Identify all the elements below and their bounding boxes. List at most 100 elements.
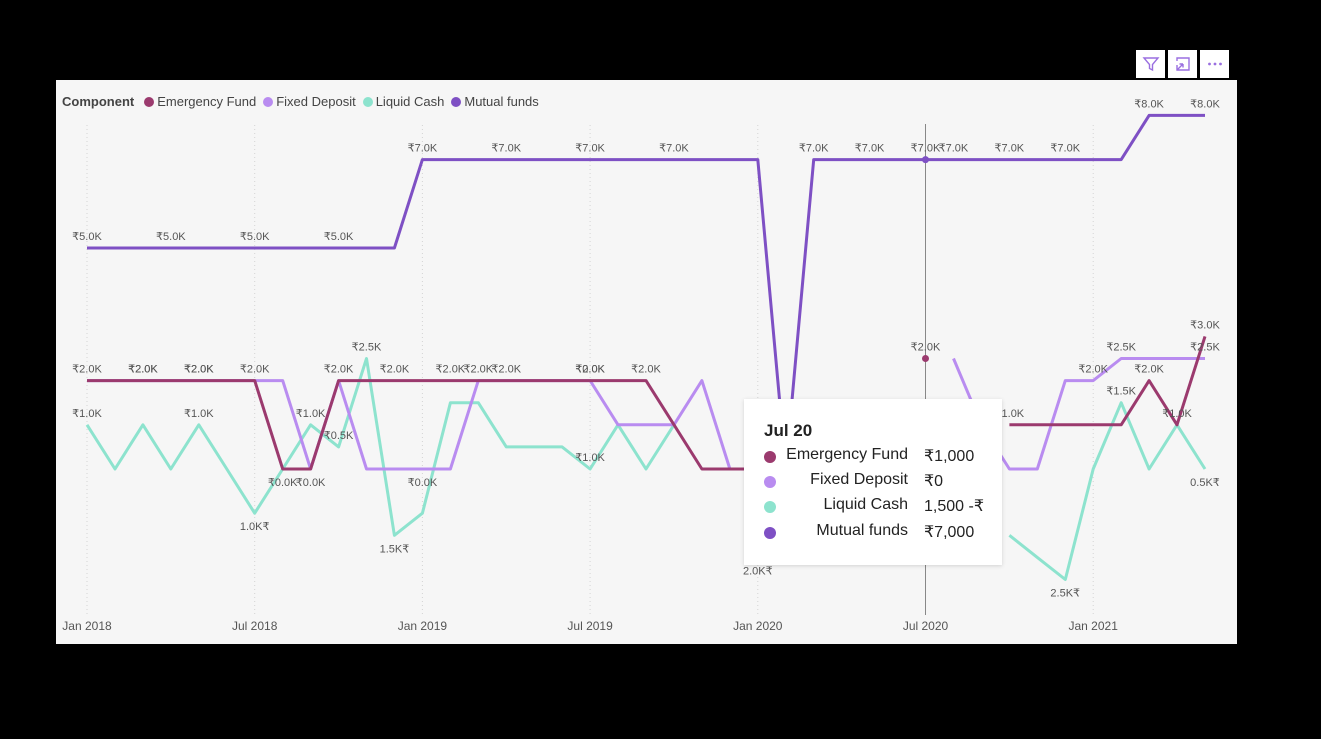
tooltip-series-name: Emergency Fund	[786, 446, 908, 463]
legend-label: Mutual funds	[464, 94, 539, 109]
data-label: ₹7.0K	[408, 143, 438, 155]
tooltip-row-fixed-deposit: Fixed Deposit ₹0	[764, 471, 994, 493]
data-label: ₹2.0K	[380, 364, 410, 376]
tooltip-marker	[764, 501, 776, 513]
series-line-mutual-funds	[87, 113, 1205, 471]
tooltip-series-name: Liquid Cash	[823, 496, 909, 513]
legend-item[interactable]: Liquid Cash	[362, 94, 445, 109]
focus-mode-button[interactable]	[1168, 50, 1197, 78]
data-label: ₹1.5K	[1106, 386, 1136, 398]
data-label: ₹2.5K	[352, 342, 382, 354]
data-label: ₹2.5K	[1106, 342, 1136, 354]
data-label: ₹5.0K	[156, 231, 186, 243]
data-label: ₹1.0K	[184, 408, 214, 420]
data-label: ₹5.0K	[240, 231, 270, 243]
data-label: ₹7.0K	[855, 143, 885, 155]
x-tick-label: Jan 2021	[1069, 619, 1119, 633]
legend-marker	[144, 96, 155, 107]
data-label: ₹5.0K	[72, 231, 102, 243]
data-label: ₹7.0K	[1050, 143, 1080, 155]
data-label: ₹7.0K	[575, 143, 605, 155]
data-label: ₹8.0K	[1134, 98, 1164, 110]
legend-label: Fixed Deposit	[276, 94, 356, 109]
x-tick-label: Jul 2018	[232, 619, 278, 633]
data-label: ₹2.0K	[128, 364, 158, 376]
tooltip-series-name: Mutual funds	[816, 522, 908, 539]
tooltip-marker	[764, 527, 776, 539]
data-label: ₹7.0K	[911, 143, 941, 155]
x-tick-label: Jul 2020	[903, 619, 949, 633]
tooltip-series-value: ₹0	[924, 473, 944, 490]
tooltip-marker	[764, 451, 776, 463]
legend-marker	[451, 96, 462, 107]
data-label: ₹7.0K	[939, 143, 969, 155]
tooltip-series-value: 1,500 -₹	[924, 498, 984, 515]
line-chart: Jan 2018 Jul 2018 Jan 2019 Jul 2019 Jan 2020…	[62, 98, 1220, 633]
line-chart-visual: Jan 2018 Jul 2018 Jan 2019 Jul 2019 Jan 2020…	[56, 80, 1237, 644]
tooltip-series-value: ₹7,000	[924, 524, 975, 541]
tooltip-series-name: Fixed Deposit	[810, 471, 908, 488]
filter-button[interactable]	[1136, 50, 1165, 78]
data-label: ₹0.0K	[575, 364, 605, 376]
data-label: 1.5K₹	[380, 543, 410, 555]
data-label: 1.0K₹	[240, 521, 270, 533]
tooltip-series-value: ₹1,000	[924, 448, 975, 465]
data-label: ₹2.0K	[911, 342, 941, 354]
x-tick-label: Jan 2018	[62, 619, 112, 633]
crosshair-point	[922, 355, 929, 362]
data-label: ₹1.0K	[72, 408, 102, 420]
legend-label: Emergency Fund	[157, 94, 257, 109]
x-tick-label: Jan 2020	[733, 619, 783, 633]
data-label: ₹0.5K	[324, 430, 354, 442]
data-label: ₹2.0K	[324, 364, 354, 376]
data-label: ₹7.0K	[995, 143, 1025, 155]
data-label: 2.5K₹	[1050, 588, 1080, 600]
data-label: ₹1.0K	[575, 452, 605, 464]
chart-legend: Component Emergency Fund Fixed Deposit Liq…	[62, 94, 546, 109]
data-label: ₹8.0K	[1190, 98, 1220, 110]
data-label: ₹0.0K	[268, 477, 298, 489]
data-label: ₹2.0K	[631, 364, 661, 376]
legend-label: Liquid Cash	[375, 94, 445, 109]
data-label: 2.0K₹	[743, 565, 773, 577]
visual-toolbar	[1136, 50, 1229, 78]
data-label: ₹2.0K	[184, 364, 214, 376]
data-label: ₹3.0K	[1190, 319, 1220, 331]
legend-item[interactable]: Mutual funds	[451, 94, 539, 109]
data-label: ₹2.0K	[436, 364, 466, 376]
tooltip-row-liquid-cash: Liquid Cash 1,500 -₹	[764, 496, 994, 518]
x-tick-label: Jul 2019	[567, 619, 613, 633]
x-tick-label: Jan 2019	[398, 619, 448, 633]
data-label: ₹0.0K	[408, 477, 438, 489]
legend-item[interactable]: Fixed Deposit	[263, 94, 356, 109]
filter-icon	[1141, 57, 1160, 72]
data-label: ₹2.0K	[1134, 364, 1164, 376]
legend-title: Component	[62, 94, 135, 109]
tooltip-title: Jul 20	[764, 421, 813, 440]
data-label: ₹7.0K	[491, 143, 521, 155]
data-label: ₹2.0K	[463, 364, 493, 376]
data-label: 0.5K₹	[1190, 477, 1220, 489]
data-label: ₹0.0K	[296, 477, 326, 489]
data-tooltip: Jul 20 Emergency Fund ₹1,000 Fixed Depos…	[744, 399, 1002, 565]
data-label: ₹2.0K	[491, 364, 521, 376]
tooltip-marker	[764, 476, 776, 488]
data-label: ₹2.5K	[1190, 342, 1220, 354]
legend-marker	[263, 96, 274, 107]
more-options-button[interactable]	[1200, 50, 1229, 78]
focus-mode-icon	[1175, 57, 1190, 71]
data-label: ₹1.0K	[1162, 408, 1192, 420]
data-label: ₹5.0K	[324, 231, 354, 243]
data-label: ₹2.0K	[1078, 364, 1108, 376]
legend-marker	[362, 96, 373, 107]
data-label: ₹7.0K	[799, 143, 829, 155]
data-label: ₹1.0K	[296, 408, 326, 420]
data-label: ₹7.0K	[659, 143, 689, 155]
data-label: ₹2.0K	[240, 364, 270, 376]
more-options-icon	[1207, 62, 1222, 66]
data-label: ₹2.0K	[72, 364, 102, 376]
tooltip-row-mutual-funds: Mutual funds ₹7,000	[764, 522, 994, 544]
legend-item[interactable]: Emergency Fund	[144, 94, 256, 109]
crosshair-point	[922, 156, 929, 164]
tooltip-row-emergency-fund: Emergency Fund ₹1,000	[764, 446, 994, 468]
